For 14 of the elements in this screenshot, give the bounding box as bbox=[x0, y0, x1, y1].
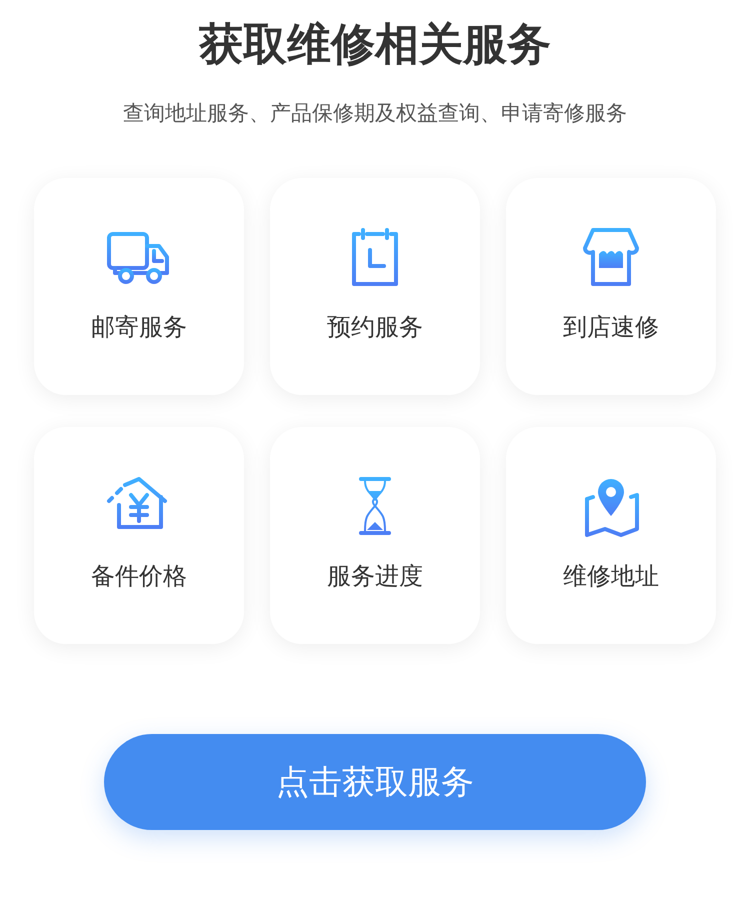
service-card[interactable]: 到店速修 bbox=[506, 178, 716, 395]
service-label: 邮寄服务 bbox=[91, 312, 187, 343]
service-card[interactable]: 备件价格 bbox=[34, 427, 244, 644]
service-label: 预约服务 bbox=[327, 312, 423, 343]
service-card[interactable]: 维修地址 bbox=[506, 427, 716, 644]
service-label: 服务进度 bbox=[327, 561, 423, 592]
service-label: 维修地址 bbox=[563, 561, 659, 592]
service-card[interactable]: 服务进度 bbox=[270, 427, 480, 644]
page-title: 获取维修相关服务 bbox=[199, 18, 551, 72]
page-subtitle: 查询地址服务、产品保修期及权益查询、申请寄修服务 bbox=[123, 100, 627, 127]
service-label: 到店速修 bbox=[563, 312, 659, 343]
service-card[interactable]: 预约服务 bbox=[270, 178, 480, 395]
service-card[interactable]: 邮寄服务 bbox=[34, 178, 244, 395]
service-label: 备件价格 bbox=[91, 561, 187, 592]
